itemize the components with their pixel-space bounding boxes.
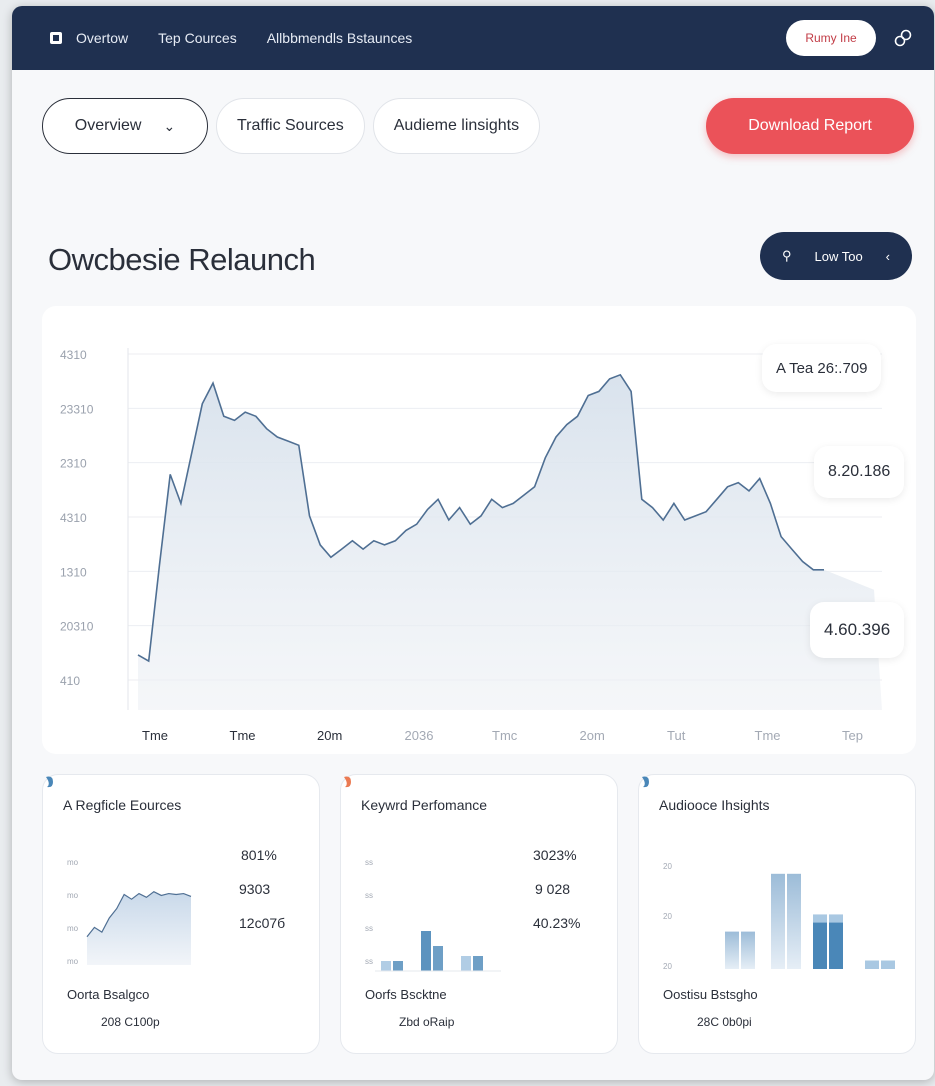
card-stat: 40.23% [533, 915, 581, 931]
mini-bar [865, 960, 879, 969]
card-footer-label: Oorfs Bscktne [365, 987, 447, 1002]
x-tick-label: Tme [755, 728, 781, 743]
chart-callout-bottom: 4.60.396 [810, 602, 905, 658]
x-tick-label: Tut [667, 728, 686, 743]
chevron-left-icon: ‹ [885, 248, 890, 264]
mini-axis-label: mo [67, 957, 79, 966]
mini-axis-label: 20 [663, 962, 672, 971]
mini-axis-label: 20 [663, 912, 672, 921]
y-tick-label: 23310 [60, 402, 94, 416]
card-footer-value: Zbd oRaip [399, 1015, 455, 1029]
y-tick-label: 4310 [60, 348, 87, 362]
card-stat: 801% [241, 847, 277, 863]
card-footer-value: 208 C100p [101, 1015, 160, 1029]
top-navigation-bar: Overtow Tep Cources Allbbmendls Bstaunce… [12, 6, 934, 70]
mini-bar [881, 960, 895, 969]
tab-overview-label: Overview [74, 117, 142, 134]
chart-callout-mid: 8.20.186 [814, 446, 905, 498]
card-title: Audiooce Ihsights [659, 797, 770, 813]
tab-overview[interactable]: Overview ⌄ [42, 98, 208, 154]
series-area [138, 374, 882, 710]
card-title: Keywrd Perfomance [361, 797, 488, 813]
mini-bar [473, 956, 483, 971]
card-referral-sources[interactable]: mo mo mo mo A Regficle Eources 801% 9303 12… [42, 774, 320, 1054]
card-stat: 12c07б [239, 915, 286, 931]
page-title: Owcbesie Relaunch [48, 242, 316, 277]
mini-bar [725, 931, 739, 969]
card-title: A Regficle Eources [63, 797, 182, 813]
mini-bar [433, 946, 443, 971]
mini-bar [771, 873, 785, 969]
app-window: Overtow Tep Cources Allbbmendls Bstaunce… [12, 6, 934, 1080]
x-tick-label: Tmc [492, 728, 518, 743]
tab-audience-insights[interactable]: Audieme linsights [372, 98, 541, 154]
mini-bar [393, 961, 403, 971]
tab-audience-insights-label: Audieme linsights [393, 117, 520, 134]
download-report-button[interactable]: Download Report [706, 98, 914, 154]
mini-bar [787, 873, 801, 969]
x-tick-label: Tme [142, 728, 168, 743]
mini-axis-label: ss [365, 891, 373, 900]
card-stat: 9303 [239, 881, 271, 897]
main-chart-card: 4310 23310 2310 4310 1310 20310 410 Tme Tme 20m 20… [42, 306, 916, 754]
card-stat: 3023% [533, 847, 577, 863]
mini-axis-label: ss [365, 957, 373, 966]
nav-link-audience-insights[interactable]: Allbbmendls Bstaunces [267, 30, 413, 46]
card-footer-value: 28C 0b0pi [697, 1015, 752, 1029]
x-tick-label: 2om [580, 728, 605, 743]
search-icon: ⚲ [782, 248, 792, 263]
x-tick-label: 2036 [405, 728, 434, 743]
y-tick-label: 4310 [60, 511, 87, 525]
mini-axis-label: mo [67, 924, 79, 933]
mini-axis-label: ss [365, 858, 373, 867]
nav-link-overview[interactable]: Overtow [76, 30, 128, 46]
logo-icon[interactable] [50, 32, 62, 44]
tab-traffic-sources-label: Traffic Sources [237, 117, 344, 134]
card-footer-label: Oorta Bsalgco [67, 987, 150, 1002]
chart-callout-top: A Tea 26:.709 [762, 344, 882, 392]
chevron-down-icon: ⌄ [163, 117, 176, 134]
mini-bar [381, 961, 391, 971]
mini-area [87, 891, 191, 965]
card-stat: 9 028 [535, 881, 571, 897]
y-tick-label: 410 [60, 674, 80, 688]
y-tick-label: 20310 [60, 620, 94, 634]
view-tabs: Overview ⌄ Traffic Sources Audieme linsi… [42, 98, 541, 154]
link-icon[interactable] [892, 27, 914, 49]
y-tick-label: 1310 [60, 565, 87, 579]
drop-icon [642, 776, 649, 788]
mini-bar-cap [813, 914, 827, 923]
x-tick-label: Tep [842, 728, 863, 743]
mini-bar [461, 956, 471, 971]
mini-bar [829, 914, 843, 969]
x-tick-label: 20m [317, 728, 342, 743]
mini-axis-label: ss [365, 924, 373, 933]
filter-button-label: Low Too [814, 248, 863, 264]
tab-traffic-sources[interactable]: Traffic Sources [216, 98, 365, 154]
mini-axis-label: 20 [663, 862, 672, 871]
user-pill-button[interactable]: Rumy Ine [786, 20, 876, 56]
mini-axis-label: mo [67, 858, 79, 867]
card-keyword-performance[interactable]: ss ss ss ss Keywrd Perfomance 3023% 9 028 4… [340, 774, 618, 1054]
mini-axis-label: mo [67, 891, 79, 900]
drop-icon [46, 776, 53, 788]
x-tick-label: Tme [230, 728, 256, 743]
card-footer-label: Oostisu Bstsgho [663, 987, 758, 1002]
filter-button[interactable]: ⚲ Low Too ‹ [760, 232, 912, 280]
y-tick-label: 2310 [60, 457, 87, 471]
card-mini-chart: 20 20 20 [663, 862, 895, 971]
mini-bar [741, 931, 755, 969]
mini-bar [813, 914, 827, 969]
mini-bar [421, 931, 431, 971]
nav-link-top-sources[interactable]: Tep Cources [158, 30, 237, 46]
card-audience-insights[interactable]: 20 20 20 Audiooce Ihsights Oostisu Bstsgho… [638, 774, 916, 1054]
drop-icon [344, 776, 351, 788]
mini-bar-cap [829, 914, 843, 923]
